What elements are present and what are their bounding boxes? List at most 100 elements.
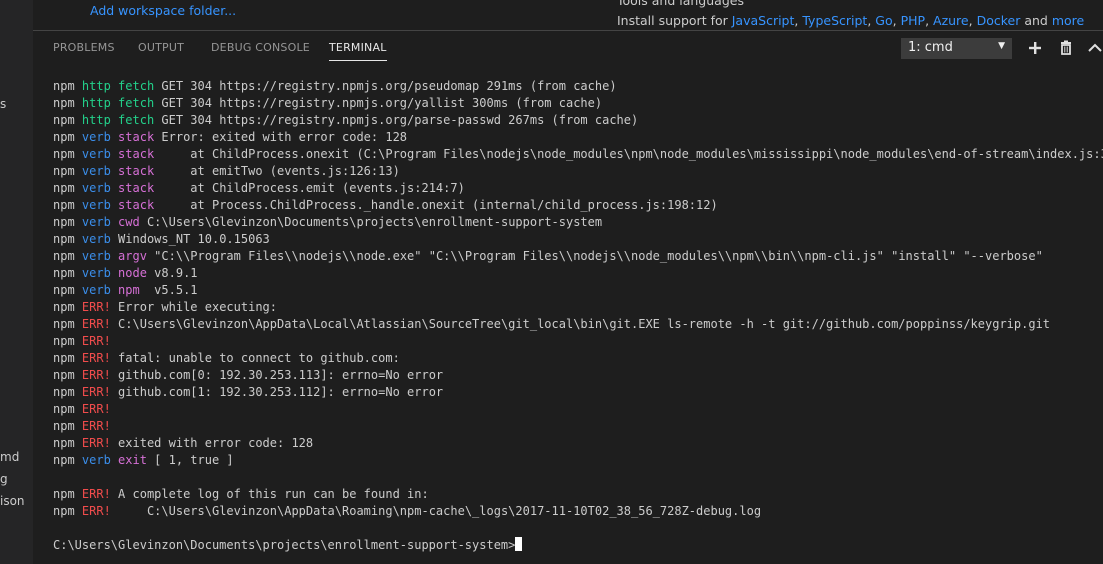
sidebar-strip: s md g ison [0, 0, 33, 564]
log-message: v5.5.1 [139, 283, 198, 297]
terminal-line: npm verb node v8.9.1 [53, 265, 1103, 282]
log-message: Windows_NT 10.0.15063 [118, 232, 270, 246]
log-keyword: npm [118, 283, 140, 297]
sidebar-fragment[interactable]: g [0, 472, 8, 486]
log-level: http [81, 79, 111, 93]
line-prefix: npm [53, 504, 82, 518]
log-message: Error: exited with error code: 128 [154, 130, 408, 144]
log-level: verb [81, 130, 111, 144]
link-more[interactable]: more [1052, 13, 1084, 28]
log-level: ERR! [81, 368, 111, 382]
tab-debug-console[interactable]: DEBUG CONSOLE [211, 41, 310, 60]
log-level: verb [81, 249, 111, 263]
separator [111, 96, 118, 110]
line-prefix: npm [53, 96, 82, 110]
link-typescript[interactable]: TypeScript [802, 13, 867, 28]
separator [111, 79, 118, 93]
line-prefix: npm [53, 215, 82, 229]
log-keyword: stack [118, 130, 155, 144]
terminal-line: npm verb stack Error: exited with error … [53, 129, 1103, 146]
terminal-select[interactable]: 1: cmd ▼ [901, 38, 1012, 59]
terminal-line: npm verb argv "C:\\Program Files\\nodejs… [53, 248, 1103, 265]
log-message: GET 304 https://registry.npmjs.org/pseud… [154, 79, 617, 93]
log-level: verb [81, 453, 111, 467]
line-prefix: npm [53, 368, 82, 382]
line-prefix: npm [53, 453, 82, 467]
install-prefix: Install support for [617, 13, 732, 28]
log-level: verb [81, 232, 111, 246]
terminal-line: npm verb Windows_NT 10.0.15063 [53, 231, 1103, 248]
log-keyword: argv [118, 249, 147, 263]
plus-icon[interactable] [1025, 38, 1045, 58]
line-prefix: npm [53, 334, 82, 348]
separator [111, 317, 118, 331]
log-level: http [81, 96, 111, 110]
terminal-output[interactable]: npm http fetch GET 304 https://registry.… [53, 78, 1103, 554]
separator [111, 215, 118, 229]
log-level: verb [81, 164, 111, 178]
line-prefix: npm [53, 198, 82, 212]
terminal-line: npm http fetch GET 304 https://registry.… [53, 95, 1103, 112]
link-docker[interactable]: Docker [977, 13, 1021, 28]
separator [111, 164, 118, 178]
terminal-line: npm ERR! [53, 401, 1103, 418]
tab-terminal[interactable]: TERMINAL [329, 41, 387, 61]
terminal-line: npm ERR! [53, 418, 1103, 435]
tab-output[interactable]: OUTPUT [138, 41, 184, 60]
log-level: verb [81, 215, 111, 229]
log-keyword: node [118, 266, 147, 280]
separator [111, 181, 118, 195]
line-prefix: npm [53, 419, 82, 433]
log-keyword: stack [118, 181, 155, 195]
line-prefix: npm [53, 79, 82, 93]
trash-icon[interactable] [1056, 38, 1076, 58]
log-message: C:\Users\Glevinzon\AppData\Roaming\npm-c… [118, 504, 762, 518]
terminal-line: npm ERR! fatal: unable to connect to git… [53, 350, 1103, 367]
tab-problems[interactable]: PROBLEMS [53, 41, 115, 60]
maximize-panel-icon[interactable] [1085, 38, 1103, 58]
terminal-line: npm verb stack at emitTwo (events.js:126… [53, 163, 1103, 180]
log-level: verb [81, 181, 111, 195]
sidebar-fragment[interactable]: ison [0, 494, 25, 508]
terminal-line: npm ERR! github.com[0: 192.30.253.113]: … [53, 367, 1103, 384]
link-go[interactable]: Go [875, 13, 892, 28]
and-text: and [1020, 13, 1052, 28]
line-prefix: npm [53, 283, 82, 297]
sidebar-fragment[interactable]: md [0, 450, 19, 464]
terminal-select-value: 1: cmd [908, 40, 953, 55]
log-message: Error while executing: [118, 300, 277, 314]
terminal-line: npm verb cwd C:\Users\Glevinzon\Document… [53, 214, 1103, 231]
line-prefix: npm [53, 249, 82, 263]
log-level: ERR! [81, 419, 111, 433]
separator [111, 232, 118, 246]
terminal-line: npm ERR! [53, 333, 1103, 350]
add-workspace-folder-link[interactable]: Add workspace folder... [90, 3, 236, 18]
log-level: ERR! [81, 334, 111, 348]
link-azure[interactable]: Azure [933, 13, 969, 28]
log-message: "C:\\Program Files\\nodejs\\node.exe" "C… [146, 249, 1043, 263]
bottom-panel: PROBLEMS OUTPUT DEBUG CONSOLE TERMINAL 1… [33, 30, 1103, 564]
terminal-line: C:\Users\Glevinzon\Documents\projects\en… [53, 537, 1103, 554]
line-prefix: npm [53, 300, 82, 314]
log-level: ERR! [81, 300, 111, 314]
line-prefix: npm [53, 113, 82, 127]
log-keyword: fetch [118, 96, 155, 110]
terminal-cursor [515, 537, 523, 551]
welcome-page: Add workspace folder... Tools and langua… [33, 0, 1103, 30]
terminal-line: npm ERR! exited with error code: 128 [53, 435, 1103, 452]
line-prefix: npm [53, 164, 82, 178]
line-prefix: npm [53, 317, 82, 331]
log-message: at emitTwo (events.js:126:13) [154, 164, 400, 178]
log-message: C:\Users\Glevinzon\Documents\projects\en… [139, 215, 603, 229]
log-message: GET 304 https://registry.npmjs.org/yalli… [154, 96, 603, 110]
terminal-line: npm ERR! github.com[1: 192.30.253.112]: … [53, 384, 1103, 401]
link-javascript[interactable]: JavaScript [732, 13, 795, 28]
line-prefix: npm [53, 232, 82, 246]
link-php[interactable]: PHP [901, 13, 925, 28]
sidebar-fragment[interactable]: s [0, 97, 6, 111]
log-keyword: stack [118, 198, 155, 212]
line-prefix: C:\Users\Glevinzon\Documents\projects\en… [53, 538, 516, 552]
separator [111, 385, 118, 399]
line-prefix: npm [53, 436, 82, 450]
